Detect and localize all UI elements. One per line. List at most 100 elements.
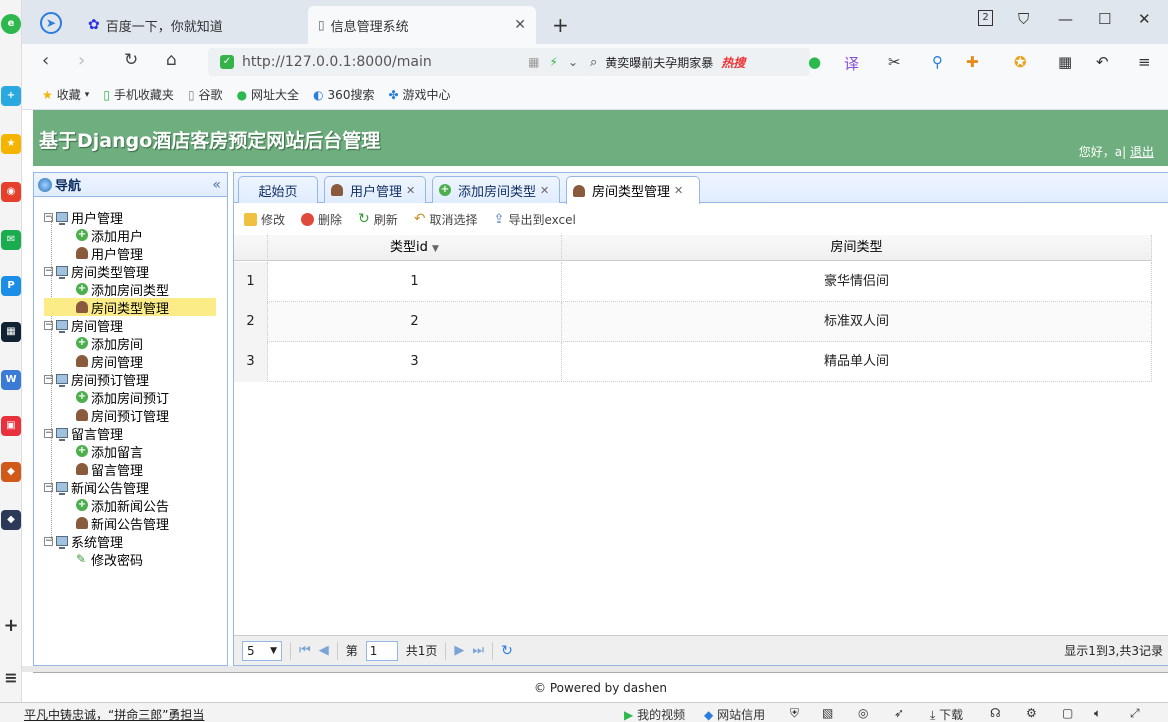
translate-icon[interactable]: 译: [844, 53, 859, 74]
bolt-icon[interactable]: ⚡: [550, 55, 558, 69]
tab-home[interactable]: 起始页: [238, 176, 318, 203]
tree-group-users[interactable]: − 用户管理: [44, 208, 123, 227]
collapse-node-icon[interactable]: −: [44, 212, 53, 222]
tree-group-system[interactable]: − 系统管理: [44, 532, 123, 551]
delete-button[interactable]: 删除: [301, 211, 342, 228]
export-excel-button[interactable]: ⇪ 导出到excel: [494, 211, 576, 228]
tree-item-message-manage[interactable]: 留言管理: [76, 460, 143, 479]
qr-icon[interactable]: ▦: [528, 55, 539, 69]
rail-doc-icon[interactable]: W: [1, 370, 21, 390]
first-page-icon[interactable]: ⏮: [299, 643, 311, 658]
window-count-badge[interactable]: 2: [978, 10, 993, 26]
forward-icon[interactable]: ›: [78, 50, 85, 71]
reload-grid-icon[interactable]: ↻: [501, 643, 513, 659]
browser-tab-baidu[interactable]: ✿ 百度一下，你就知道: [78, 6, 304, 44]
window-icon[interactable]: ▢: [1062, 706, 1073, 720]
tree-item-add-room-type[interactable]: + 添加房间类型: [76, 280, 169, 299]
rail-menu-icon[interactable]: ≡: [1, 668, 21, 688]
tree-item-add-user[interactable]: + 添加用户: [76, 226, 143, 245]
rail-p-icon[interactable]: P: [1, 276, 21, 296]
menu-icon[interactable]: ≡: [1138, 53, 1151, 71]
zoom-icon[interactable]: ⤢: [1130, 706, 1140, 721]
gamepad-icon[interactable]: ✚: [966, 53, 979, 71]
browser-logo-icon[interactable]: e: [1, 14, 21, 34]
tree-group-bookings[interactable]: − 房间预订管理: [44, 370, 149, 389]
table-row[interactable]: 1 1 豪华情侣间: [234, 262, 1152, 302]
bookmark-google[interactable]: ▯ 谷歌: [188, 86, 223, 103]
next-page-icon[interactable]: ▶: [454, 643, 464, 658]
tree-item-add-news[interactable]: + 添加新闻公告: [76, 496, 169, 515]
tab-add-room-type[interactable]: + 添加房间类型 ✕: [432, 176, 560, 203]
table-row[interactable]: 3 3 精品单人间: [234, 342, 1152, 382]
headset-icon[interactable]: ☊: [990, 706, 1001, 720]
bookmark-mobile[interactable]: ▯ 手机收藏夹: [103, 86, 174, 103]
rail-news-icon[interactable]: ▦: [1, 322, 21, 342]
page-number-input[interactable]: 1: [365, 640, 398, 661]
rail-game2-icon[interactable]: ◆: [1, 510, 21, 530]
status-site-credit[interactable]: ◆ 网站信用: [704, 706, 765, 722]
tree-group-news[interactable]: − 新闻公告管理: [44, 478, 149, 497]
page-size-select[interactable]: 5 ▼: [242, 640, 282, 661]
prev-page-icon[interactable]: ◀: [319, 643, 329, 658]
collapse-node-icon[interactable]: −: [44, 374, 53, 384]
logout-link[interactable]: 退出: [1130, 145, 1154, 159]
minimize-icon[interactable]: —: [1058, 10, 1073, 28]
shirt-icon[interactable]: ⛉: [1018, 10, 1029, 28]
rail-star-icon[interactable]: ★: [1, 134, 21, 154]
scissors-icon[interactable]: ✂: [888, 53, 901, 71]
extension-icon[interactable]: ✪: [1014, 53, 1027, 71]
image-icon[interactable]: ▧: [822, 706, 833, 720]
column-header-room-type[interactable]: 房间类型: [562, 235, 1152, 261]
tree-item-change-password[interactable]: ✎ 修改密码: [76, 550, 143, 569]
chevron-down-icon[interactable]: ⌄: [568, 55, 578, 69]
bookmark-games[interactable]: ✤ 游戏中心: [388, 86, 450, 103]
status-download[interactable]: ⤓ 下载: [930, 706, 963, 722]
chat-icon[interactable]: ●: [808, 53, 821, 71]
edit-button[interactable]: 修改: [244, 211, 285, 228]
browser-tab-active[interactable]: ▯ 信息管理系统 ✕: [308, 6, 536, 44]
tree-item-user-manage[interactable]: 用户管理: [76, 244, 143, 263]
tree-item-add-booking[interactable]: + 添加房间预订: [76, 388, 169, 407]
tree-item-room-type-manage[interactable]: 房间类型管理: [44, 298, 216, 317]
collapse-node-icon[interactable]: −: [44, 266, 53, 276]
close-window-icon[interactable]: ✕: [1138, 10, 1151, 28]
cursor-icon[interactable]: ◎: [858, 706, 868, 720]
apps-grid-icon[interactable]: ▦: [1058, 53, 1072, 71]
undo-icon[interactable]: ↶: [1096, 53, 1109, 71]
tab-room-type-manage[interactable]: 房间类型管理 ✕: [566, 176, 700, 204]
rail-shop-icon[interactable]: ▣: [1, 416, 21, 436]
maximize-icon[interactable]: ☐: [1098, 10, 1111, 28]
rail-app-icon[interactable]: +: [1, 86, 21, 106]
rail-mail-icon[interactable]: ✉: [1, 230, 21, 250]
unselect-button[interactable]: ↶ 取消选择: [414, 211, 478, 228]
tree-group-messages[interactable]: − 留言管理: [44, 424, 123, 443]
settings-icon[interactable]: ⚙: [1026, 706, 1037, 720]
volume-icon[interactable]: 🔈︎: [1094, 706, 1101, 721]
tab-user-manage[interactable]: 用户管理 ✕: [324, 176, 426, 203]
bookmark-360[interactable]: ◐ 360搜索: [313, 86, 374, 103]
rail-weibo-icon[interactable]: ◉: [1, 182, 21, 202]
tree-group-rooms[interactable]: − 房间管理: [44, 316, 123, 335]
column-header-type-id[interactable]: 类型id ▼: [268, 235, 562, 261]
tree-item-booking-manage[interactable]: 房间预订管理: [76, 406, 169, 425]
bookmark-urls[interactable]: ● 网址大全: [237, 86, 300, 103]
refresh-button[interactable]: ↻ 刷新: [358, 211, 398, 228]
shield-icon[interactable]: ⛨: [790, 706, 799, 721]
navigate-icon[interactable]: ➤: [40, 12, 62, 34]
collapse-icon[interactable]: «: [212, 177, 221, 193]
tree-item-add-room[interactable]: + 添加房间: [76, 334, 143, 353]
status-news-link[interactable]: 平凡中铸忠诚，“拼命三郎”勇担当: [24, 706, 204, 722]
tree-group-room-types[interactable]: − 房间类型管理: [44, 262, 149, 281]
back-icon[interactable]: ‹: [42, 50, 49, 71]
tree-item-news-manage[interactable]: 新闻公告管理: [76, 514, 169, 533]
tree-item-room-manage[interactable]: 房间管理: [76, 352, 143, 371]
tree-item-add-message[interactable]: + 添加留言: [76, 442, 143, 461]
collapse-node-icon[interactable]: −: [44, 428, 53, 438]
close-tab-icon[interactable]: ✕: [540, 184, 549, 197]
status-my-video[interactable]: ▶ 我的视频: [624, 706, 685, 722]
collapse-node-icon[interactable]: −: [44, 536, 53, 546]
url-input[interactable]: ✓ http://127.0.0.1:8000/main ▦ ⚡ ⌄: [208, 48, 588, 76]
search-input[interactable]: ⌕ 黄奕曝前夫孕期家暴 热搜: [582, 48, 810, 76]
close-tab-icon[interactable]: ✕: [674, 184, 683, 197]
new-tab-button[interactable]: +: [542, 6, 579, 44]
